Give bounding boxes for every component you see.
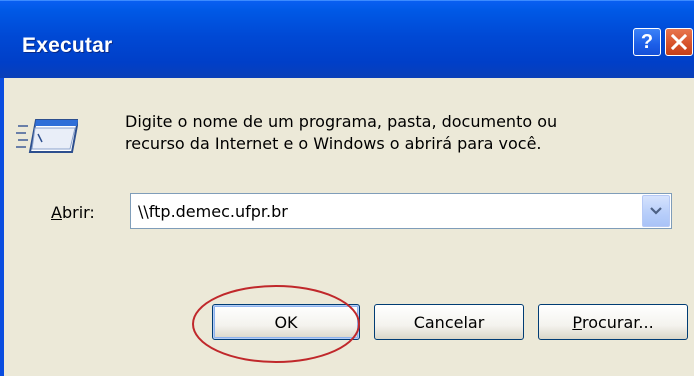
browse-accelerator: P xyxy=(572,312,582,332)
open-label-text: brir: xyxy=(61,203,95,222)
open-combobox[interactable] xyxy=(130,193,672,229)
open-label-accelerator: A xyxy=(51,203,62,222)
description-text: Digite o nome de um programa, pasta, doc… xyxy=(125,111,685,155)
chevron-down-icon xyxy=(650,207,662,215)
dropdown-button[interactable] xyxy=(642,195,670,227)
run-program-icon xyxy=(16,119,78,153)
window-title: Executar xyxy=(22,34,113,57)
close-icon xyxy=(671,34,687,50)
browse-label: rocurar... xyxy=(581,312,654,332)
dialog-body: Digite o nome de um programa, pasta, doc… xyxy=(0,78,694,376)
help-button[interactable]: ? xyxy=(633,28,661,56)
browse-button[interactable]: Procurar... xyxy=(538,304,688,340)
close-button[interactable] xyxy=(665,28,693,56)
open-input[interactable] xyxy=(134,194,642,228)
run-dialog: Executar ? Digite o nome de um programa,… xyxy=(0,0,694,376)
help-icon: ? xyxy=(640,31,654,53)
ok-button[interactable]: OK xyxy=(212,304,360,340)
description-line: recurso da Internet e o Windows o abrirá… xyxy=(125,134,542,153)
open-label: Abrir: xyxy=(51,203,95,222)
title-bar[interactable]: Executar ? xyxy=(0,0,694,78)
description-line: Digite o nome de um programa, pasta, doc… xyxy=(125,112,558,131)
cancel-button[interactable]: Cancelar xyxy=(374,304,524,340)
